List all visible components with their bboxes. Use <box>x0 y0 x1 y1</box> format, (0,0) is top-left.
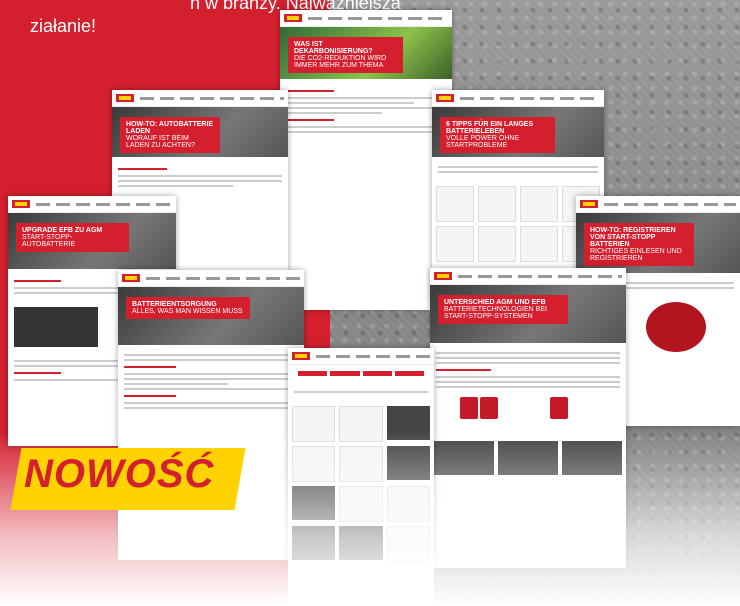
page-decarbonization: WAS IST DEKARBONISIERUNG? DIE CO2-REDUKTI… <box>280 10 452 310</box>
hero-title: WAS IST DEKARBONISIERUNG? <box>294 41 373 55</box>
hero-subtitle: BATTERIETECHNOLOGIEN BEI START-STOPP-SYS… <box>444 306 547 320</box>
hero-title-box: UNTERSCHIED AGM UND EFB BATTERIETECHNOLOG… <box>438 295 568 324</box>
hero-subtitle: RICHTIGES EINLESEN UND REGISTRIEREN <box>590 248 682 262</box>
hero-title-box: 6 TIPPS FÜR EIN LANGES BATTERIELEBEN VOLL… <box>440 117 556 153</box>
hero-title: 6 TIPPS FÜR EIN LANGES BATTERIELEBEN <box>446 121 534 135</box>
hero-subtitle: ALLES, WAS MAN WISSEN MUSS <box>132 308 243 315</box>
hero-title: HOW-TO: AUTOBATTERIE LADEN <box>126 121 214 135</box>
hero-subtitle: START-STOPP-AUTOBATTERIE <box>22 234 76 248</box>
hero-title-box: UPGRADE EFB ZU AGM START-STOPP-AUTOBATTER… <box>16 223 129 252</box>
new-badge-label: NOWOŚĆ <box>24 452 215 496</box>
hero-title-box: WAS IST DEKARBONISIERUNG? DIE CO2-REDUKTI… <box>288 37 404 73</box>
hero-subtitle: DIE CO2-REDUKTION WIRD IMMER MEHR ZUM TH… <box>294 55 387 69</box>
hero-title: UPGRADE EFB ZU AGM <box>22 227 103 234</box>
hero-title-box: HOW-TO: REGISTRIEREN VON START-STOPP BAT… <box>584 223 695 266</box>
hero-subtitle: VOLLE POWER OHNE STARTPROBLEME <box>446 135 520 149</box>
hero-subtitle: WORAUF IST BEIM LADEN ZU ACHTEN? <box>126 135 195 149</box>
hero-title-box: HOW-TO: AUTOBATTERIE LADEN WORAUF IST BEI… <box>120 117 220 153</box>
hero-title: BATTERIEENTSORGUNG <box>132 301 217 308</box>
logo <box>284 14 302 22</box>
hero-title: HOW-TO: REGISTRIEREN VON START-STOPP BAT… <box>590 227 676 248</box>
hero-title-box: BATTERIEENTSORGUNG ALLES, WAS MAN WISSEN … <box>126 297 250 319</box>
hero-title: UNTERSCHIED AGM UND EFB <box>444 299 546 306</box>
